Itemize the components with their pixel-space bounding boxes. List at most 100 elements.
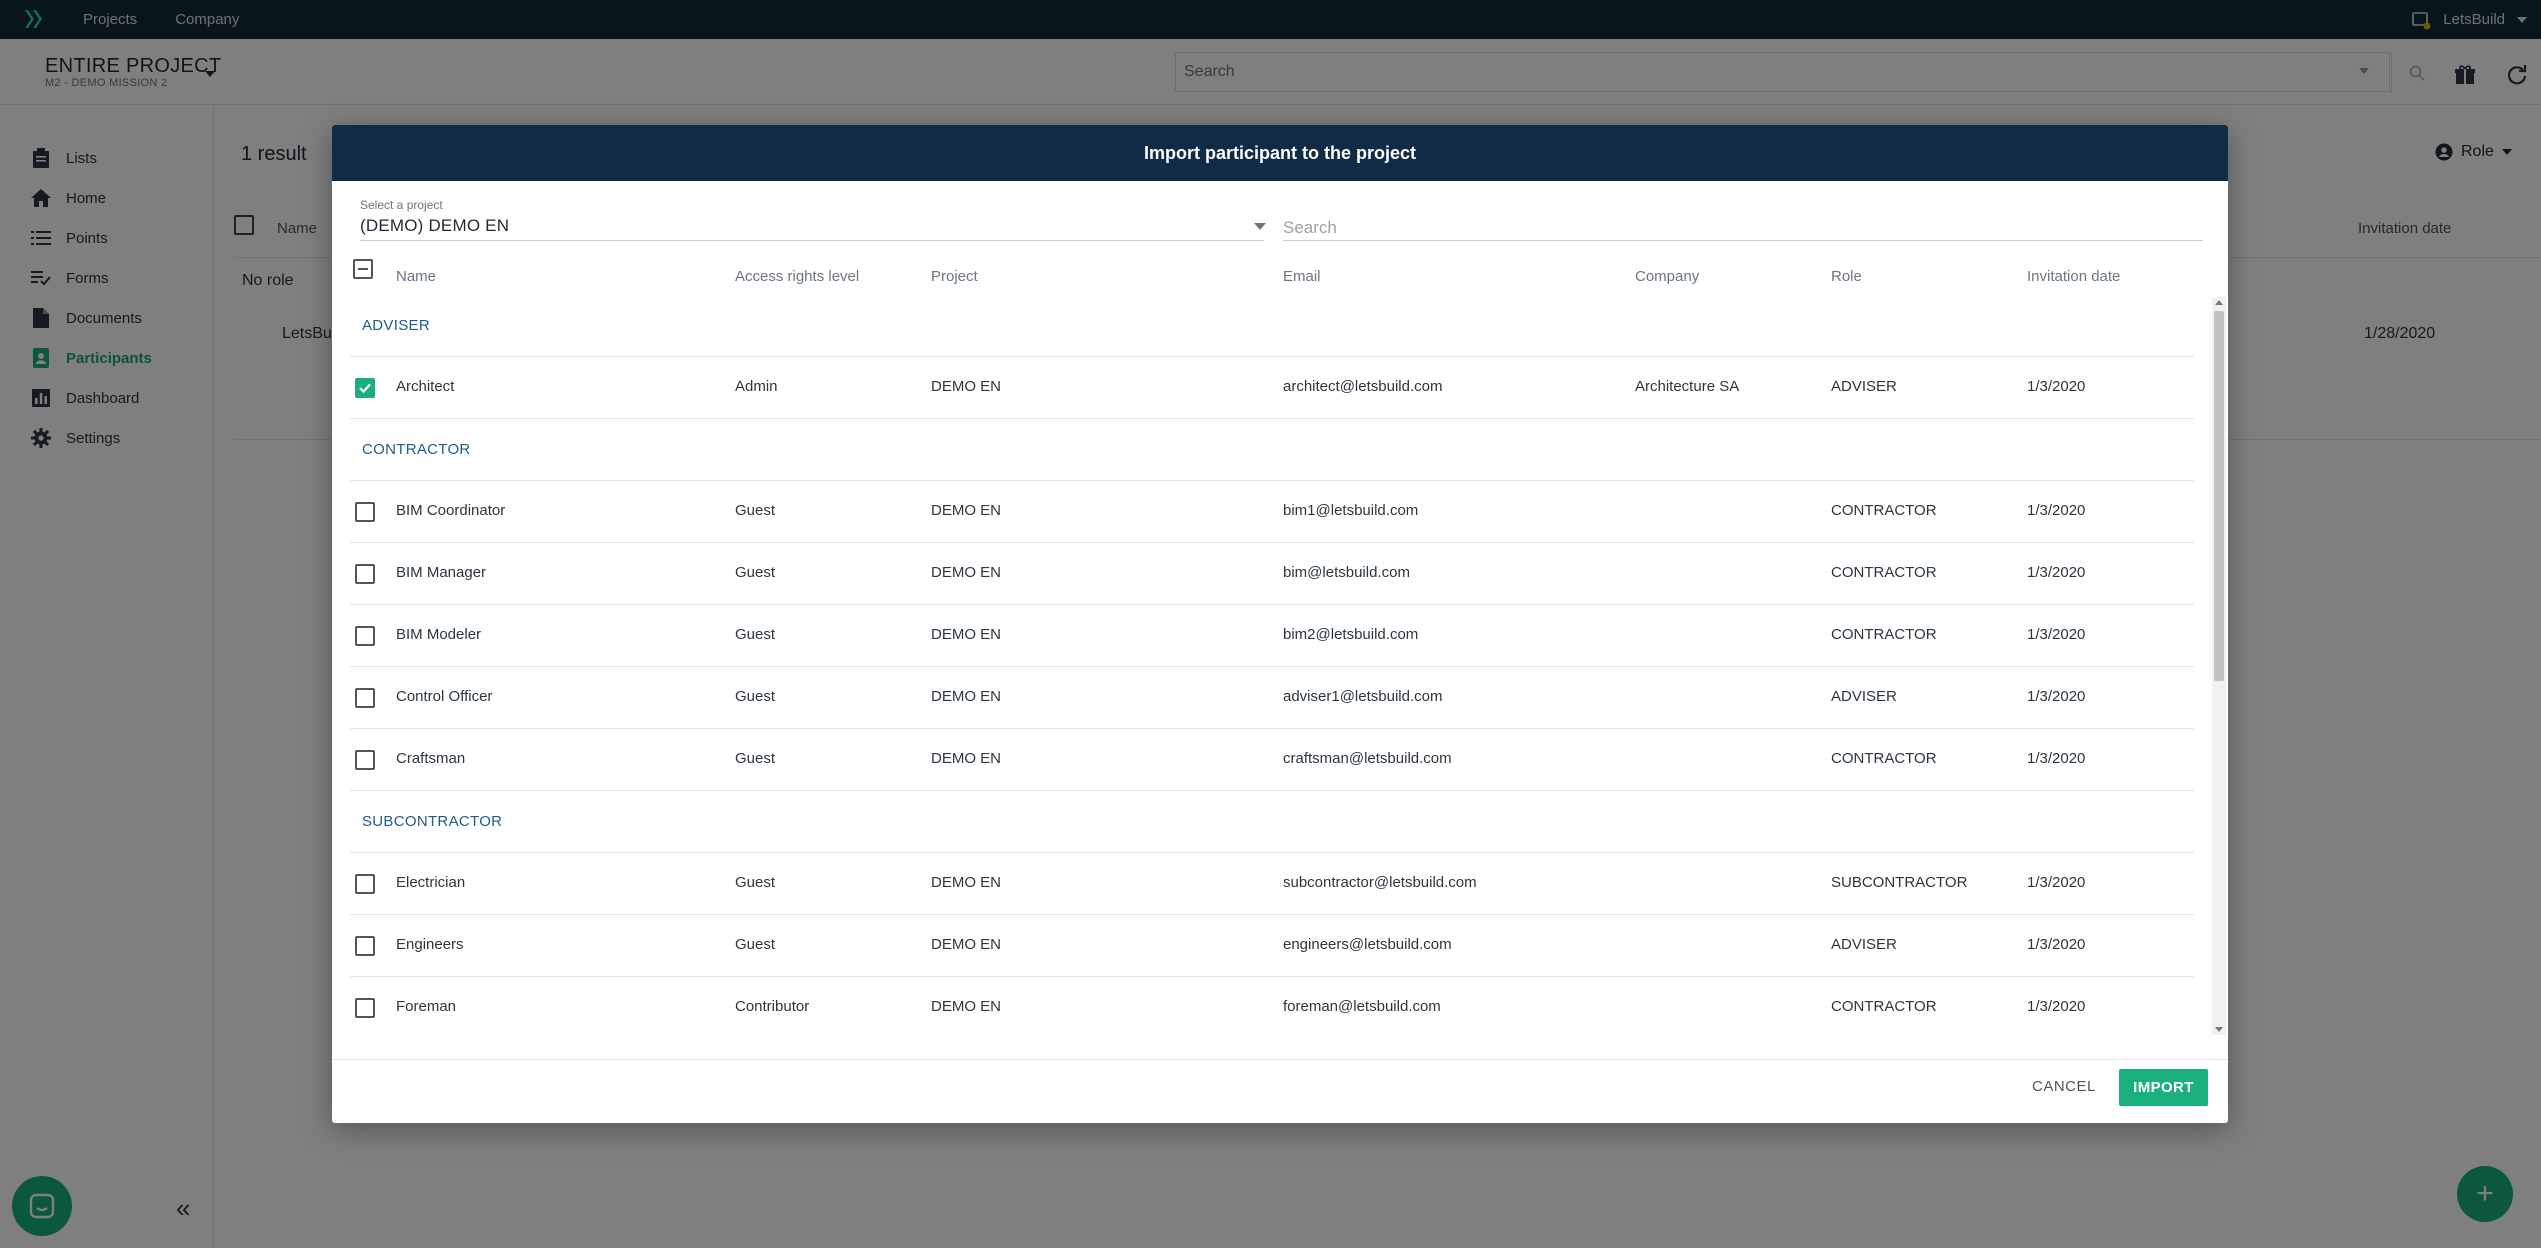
column-project[interactable]: Project [931,261,978,291]
row-checkbox[interactable] [355,998,375,1018]
project-select-caret-down-icon[interactable] [1254,223,1266,230]
scroll-down-icon[interactable] [2215,1025,2223,1033]
cell-email: subcontractor@letsbuild.com [1283,874,1477,891]
table-row[interactable]: BIM Coordinator Guest DEMO EN bim1@letsb… [350,481,2194,543]
table-row[interactable]: Craftsman Guest DEMO EN craftsman@letsbu… [350,729,2194,791]
cell-role: SUBCONTRACTOR [1831,874,1968,891]
cancel-button[interactable]: CANCEL [2032,1078,2096,1095]
cell-role: ADVISER [1831,378,1897,395]
cell-access: Admin [735,378,778,395]
cell-email: craftsman@letsbuild.com [1283,750,1452,767]
cell-access: Guest [735,626,776,643]
cell-date: 1/3/2020 [2027,688,2086,705]
cell-name: BIM Manager [396,564,487,581]
cell-name: Engineers [396,936,464,953]
cell-email: engineers@letsbuild.com [1283,936,1452,953]
column-access-rights[interactable]: Access rights level [735,261,859,291]
row-checkbox[interactable] [355,874,375,894]
group-label: SUBCONTRACTOR [362,813,503,830]
cell-project: DEMO EN [931,626,1002,643]
table-row[interactable]: BIM Modeler Guest DEMO EN bim2@letsbuild… [350,605,2194,667]
cell-role: ADVISER [1831,688,1897,705]
cell-project: DEMO EN [931,998,1002,1015]
cell-access: Guest [735,564,776,581]
cell-access: Guest [735,874,776,891]
scroll-up-icon[interactable] [2215,299,2223,307]
group-label: CONTRACTOR [362,441,471,458]
dialog-footer: CANCEL IMPORT [332,1059,2228,1123]
cell-date: 1/3/2020 [2027,626,2086,643]
row-checkbox[interactable] [355,502,375,522]
cell-email: architect@letsbuild.com [1283,378,1443,395]
cell-email: foreman@letsbuild.com [1283,998,1441,1015]
cell-email: bim1@letsbuild.com [1283,502,1419,519]
scroll-thumb[interactable] [2214,311,2224,681]
cell-name: Craftsman [396,750,466,767]
cell-email: bim2@letsbuild.com [1283,626,1419,643]
cell-date: 1/3/2020 [2027,750,2086,767]
cell-access: Guest [735,750,776,767]
project-select-label: Select a project [360,198,443,212]
dialog-title: Import participant to the project [332,125,2228,181]
row-checkbox[interactable] [355,564,375,584]
row-checkbox[interactable] [355,936,375,956]
cell-project: DEMO EN [931,874,1002,891]
cell-name: Control Officer [396,688,493,705]
cell-role: CONTRACTOR [1831,626,1937,643]
participant-search-input[interactable] [1283,215,2203,241]
cell-access: Guest [735,688,776,705]
cell-project: DEMO EN [931,564,1002,581]
table-row[interactable]: Engineers Guest DEMO EN engineers@letsbu… [350,915,2194,977]
column-company[interactable]: Company [1635,261,1699,291]
cell-name: BIM Modeler [396,626,482,643]
table-row[interactable]: BIM Manager Guest DEMO EN bim@letsbuild.… [350,543,2194,605]
cell-role: ADVISER [1831,936,1897,953]
list-scrollbar[interactable] [2212,297,2226,1035]
import-participant-dialog: Import participant to the project Select… [332,125,2228,1123]
cell-project: DEMO EN [931,936,1002,953]
row-checkbox[interactable] [355,626,375,646]
column-name[interactable]: Name [396,261,436,291]
cell-name: BIM Coordinator [396,502,506,519]
cell-project: DEMO EN [931,502,1002,519]
cell-access: Guest [735,502,776,519]
group-contractor: CONTRACTOR [350,419,2194,481]
cell-project: DEMO EN [931,378,1002,395]
cell-date: 1/3/2020 [2027,378,2086,395]
cell-company: Architecture SA [1635,378,1740,395]
cell-date: 1/3/2020 [2027,936,2086,953]
participant-list: ADVISER Architect Admin DEMO EN architec… [350,295,2194,1033]
import-button[interactable]: IMPORT [2119,1069,2208,1106]
cell-date: 1/3/2020 [2027,502,2086,519]
row-checkbox[interactable] [355,378,375,398]
cell-role: CONTRACTOR [1831,998,1937,1015]
column-email[interactable]: Email [1283,261,1321,291]
group-adviser: ADVISER [350,295,2194,357]
table-row[interactable]: Foreman Contributor DEMO EN foreman@lets… [350,977,2194,1033]
checkmark-icon [359,383,371,394]
cell-role: CONTRACTOR [1831,750,1937,767]
row-checkbox[interactable] [355,750,375,770]
column-invitation-date[interactable]: Invitation date [2027,261,2120,291]
cell-name: Architect [396,378,455,395]
column-role[interactable]: Role [1831,261,1862,291]
cell-name: Electrician [396,874,466,891]
cell-access: Contributor [735,998,810,1015]
table-row[interactable]: Architect Admin DEMO EN architect@letsbu… [350,357,2194,419]
row-checkbox[interactable] [355,688,375,708]
cell-name: Foreman [396,998,457,1015]
project-select[interactable]: (DEMO) DEMO EN [360,216,509,236]
select-all-checkbox[interactable] [353,259,373,279]
cell-access: Guest [735,936,776,953]
cell-date: 1/3/2020 [2027,874,2086,891]
table-row[interactable]: Control Officer Guest DEMO EN adviser1@l… [350,667,2194,729]
cell-role: CONTRACTOR [1831,564,1937,581]
cell-email: adviser1@letsbuild.com [1283,688,1443,705]
cell-project: DEMO EN [931,688,1002,705]
table-row[interactable]: Electrician Guest DEMO EN subcontractor@… [350,853,2194,915]
project-select-underline [360,240,1264,241]
cell-email: bim@letsbuild.com [1283,564,1410,581]
cell-date: 1/3/2020 [2027,564,2086,581]
cell-project: DEMO EN [931,750,1002,767]
cell-date: 1/3/2020 [2027,998,2086,1015]
